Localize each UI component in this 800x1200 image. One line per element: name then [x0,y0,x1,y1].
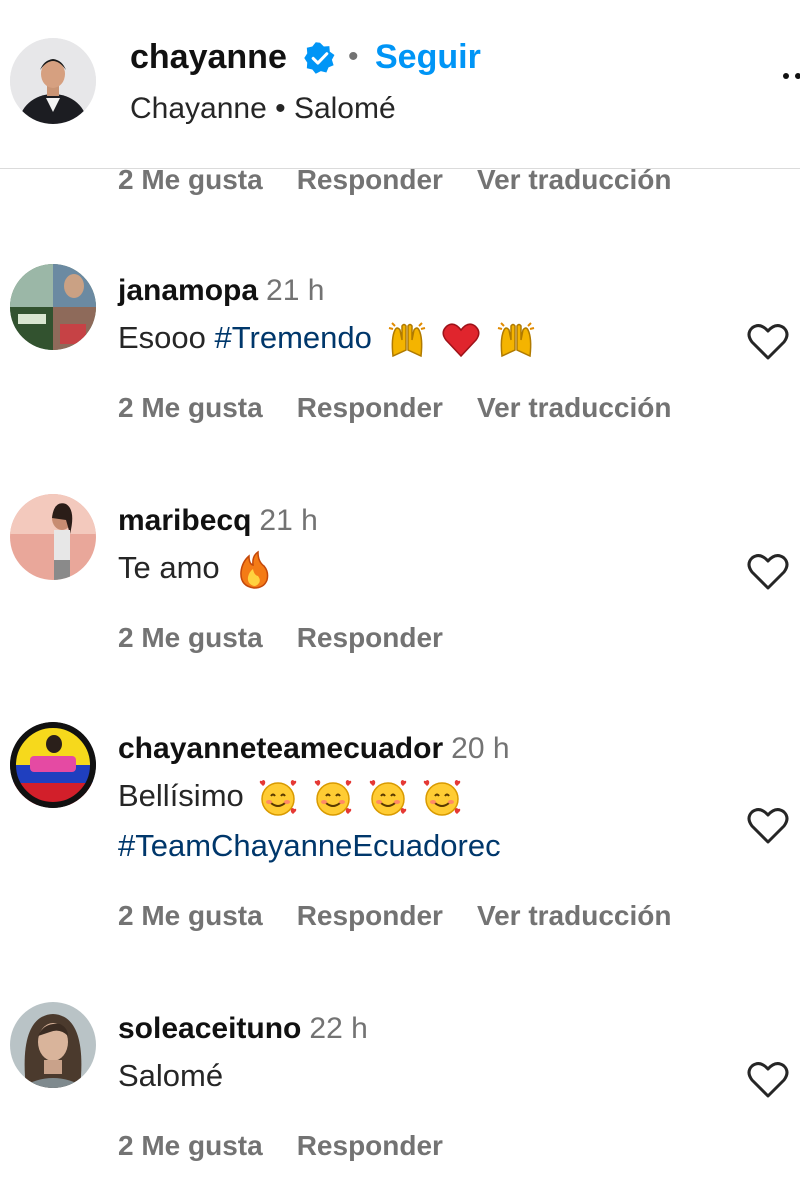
comment-time[interactable]: 22 h [309,1012,367,1045]
smiling-face-with-hearts-emoji-icon [260,780,297,816]
comment-actions: 2 Me gusta Responder [118,1130,443,1162]
audio-subtitle[interactable]: Chayanne • Salomé [130,92,396,126]
red-heart-emoji-icon [442,323,480,358]
separator-dot: • [348,40,359,73]
commenter-username[interactable]: maribecq 21 h [118,504,318,538]
likes-count[interactable]: 2 Me gusta [118,392,263,424]
like-heart-icon[interactable] [746,1060,790,1100]
reply-button[interactable]: Responder [297,900,443,932]
comment-body: Bellísimo [118,778,244,814]
raising-hands-emoji-icon [497,322,535,358]
fire-emoji-icon [240,550,269,589]
commenter-avatar[interactable] [10,264,96,350]
reply-button[interactable]: Responder [297,164,443,196]
verified-badge-icon [304,42,335,74]
comment-text: Te amo [118,550,274,590]
previous-comment-actions: 2 Me gusta Responder Ver traducción [118,164,671,196]
comment-actions: 2 Me gusta Responder Ver traducción [118,900,671,932]
reply-button[interactable]: Responder [297,392,443,424]
comment-text: Salomé [118,1058,223,1094]
like-heart-icon[interactable] [746,552,790,592]
commenter-avatar[interactable] [10,494,96,580]
commenter-avatar[interactable] [10,1002,96,1088]
see-translation-button[interactable]: Ver traducción [477,900,672,932]
hashtag-link[interactable]: #Tremendo [215,320,372,355]
comment-actions: 2 Me gusta Responder Ver traducción [118,392,671,424]
reply-button[interactable]: Responder [297,1130,443,1162]
likes-count[interactable]: 2 Me gusta [118,900,263,932]
like-heart-icon[interactable] [746,322,790,362]
raising-hands-emoji-icon [388,322,425,358]
see-translation-button[interactable]: Ver traducción [477,392,672,424]
like-heart-icon[interactable] [746,806,790,846]
comment-body: Te amo [118,550,220,586]
see-translation-button[interactable]: Ver traducción [477,164,672,196]
likes-count[interactable]: 2 Me gusta [118,622,263,654]
comment-time[interactable]: 20 h [451,732,509,765]
more-options-icon[interactable] [780,66,800,86]
post-header: chayanne • Seguir Chayanne • Salomé [0,0,800,169]
likes-count[interactable]: 2 Me gusta [118,164,263,196]
comment-text: Esooo #Tremendo [118,320,536,360]
reply-button[interactable]: Responder [297,622,443,654]
smiling-face-with-hearts-emoji-icon [424,780,461,816]
username-text[interactable]: soleaceituno [118,1012,301,1045]
likes-count[interactable]: 2 Me gusta [118,1130,263,1162]
comment-body: Salomé [118,1058,224,1093]
comments-page: chayanne • Seguir Chayanne • Salomé 2 Me… [0,0,800,1200]
commenter-avatar[interactable] [10,722,96,808]
comment-time[interactable]: 21 h [266,274,324,307]
comment-body: Esooo [118,320,215,356]
author-username[interactable]: chayanne [130,38,287,77]
username-text[interactable]: maribecq [118,504,251,537]
hashtag-link[interactable]: #TeamChayanneEcuadorec [118,828,501,864]
commenter-username[interactable]: janamopa 21 h [118,274,324,308]
username-text[interactable]: chayanneteamecuador [118,732,443,765]
smiling-face-with-hearts-emoji-icon [314,780,352,816]
comment-text: Bellísimo [118,778,462,818]
commenter-username[interactable]: chayanneteamecuador 20 h [118,732,510,766]
author-avatar[interactable] [10,38,96,124]
username-text[interactable]: janamopa [118,274,258,307]
follow-button[interactable]: Seguir [375,38,481,77]
comment-time[interactable]: 21 h [259,504,317,537]
comment-actions: 2 Me gusta Responder [118,622,443,654]
smiling-face-with-hearts-emoji-icon [369,780,406,816]
commenter-username[interactable]: soleaceituno 22 h [118,1012,368,1046]
